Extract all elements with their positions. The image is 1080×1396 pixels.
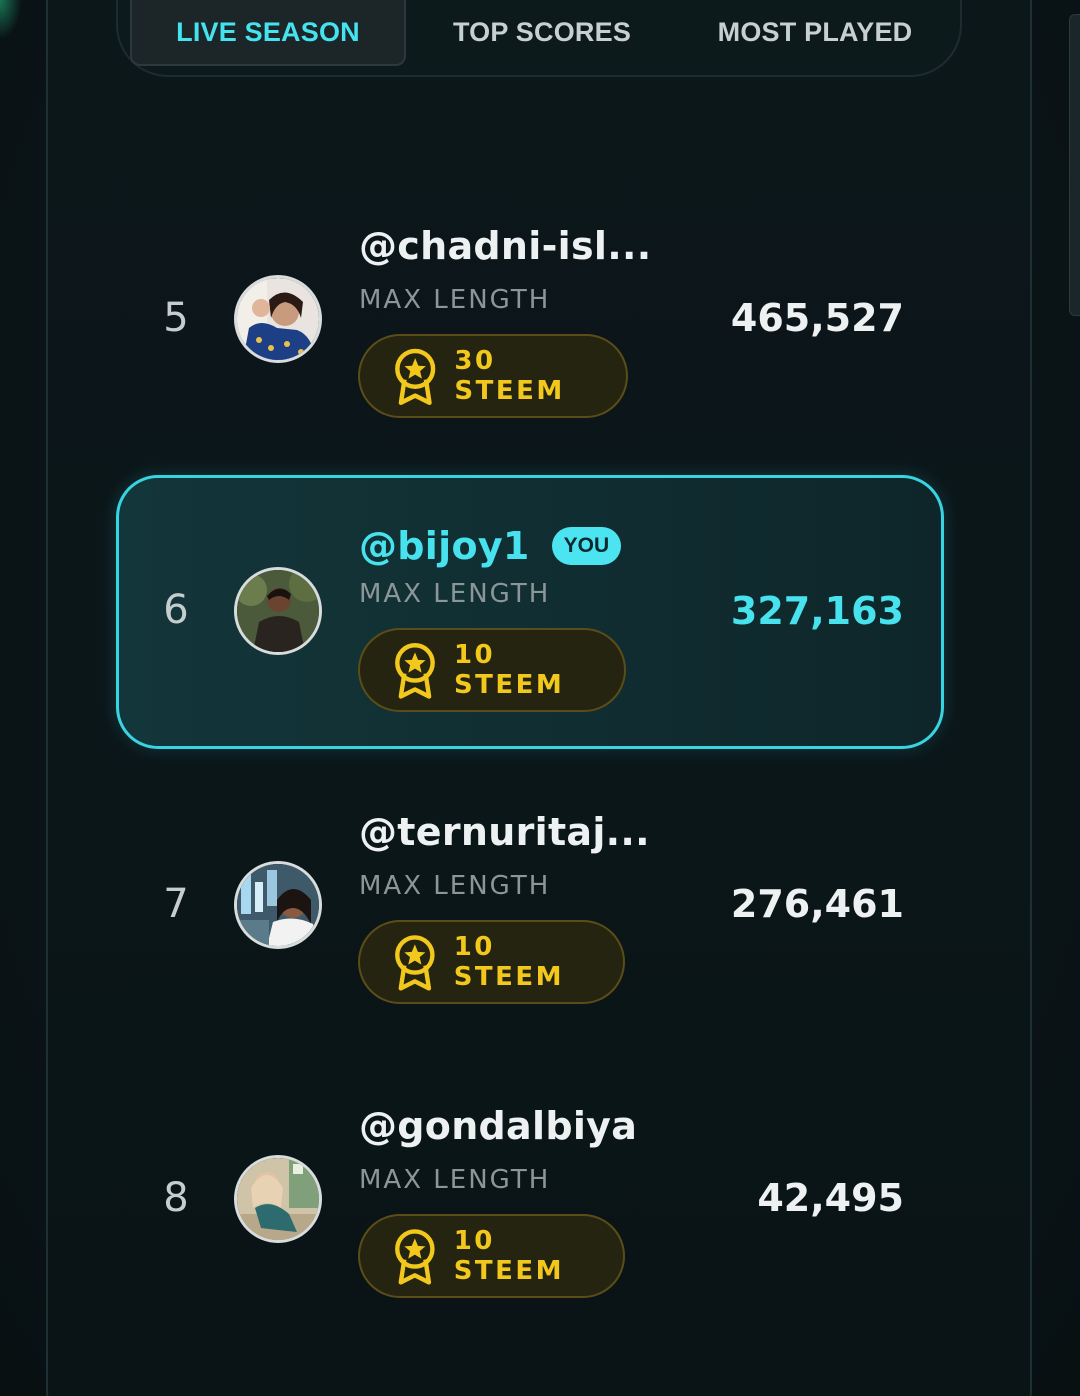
username[interactable]: @chadni-isl... [359, 224, 651, 268]
rank-number: 8 [163, 1175, 189, 1221]
prize-badge: 30 STEEM [358, 334, 628, 418]
corner-glow [0, 0, 22, 40]
prize-amount: 30 STEEM [454, 346, 565, 406]
award-ribbon-star-icon [395, 935, 435, 991]
scrollbar[interactable] [1069, 14, 1080, 316]
metric-label: MAX LENGTH [359, 285, 551, 315]
tab-top-scores[interactable]: TOP SCORES [420, 0, 664, 64]
prize-amount: 10 STEEM [453, 932, 565, 992]
username[interactable]: @bijoy1 [359, 524, 530, 568]
username[interactable]: @ternuritaj... [359, 810, 650, 854]
leaderboard-row[interactable]: 5 @chadni-isl... MAX LENGTH 30 STEEM 465… [116, 184, 944, 456]
metric-label: MAX LENGTH [359, 1165, 551, 1195]
rank-number: 6 [163, 587, 189, 633]
metric-label: MAX LENGTH [359, 579, 551, 609]
leaderboard-row[interactable]: 8 @gondalbiya MAX LENGTH 10 STEEM 42,495 [116, 1064, 944, 1336]
award-ribbon-star-icon [395, 348, 436, 406]
award-ribbon-star-icon [395, 1229, 435, 1285]
avatar[interactable] [234, 1155, 322, 1243]
leaderboard-row-current-user[interactable]: 6 @bijoy1 YOU MAX LENGTH 10 STEEM 327,16… [116, 475, 944, 749]
score: 465,527 [730, 296, 904, 340]
prize-badge: 10 STEEM [358, 920, 625, 1004]
prize-amount: 10 STEEM [453, 640, 565, 700]
award-ribbon-star-icon [395, 643, 435, 699]
rank-number: 5 [163, 295, 189, 341]
metric-label: MAX LENGTH [359, 871, 551, 901]
leaderboard-page: LIVE SEASON TOP SCORES MOST PLAYED 5 @ch… [0, 0, 1080, 1396]
rank-number: 7 [163, 881, 189, 927]
leaderboard-row[interactable]: 7 @ternuritaj... MAX LENGTH 10 STEEM 276… [116, 770, 944, 1042]
avatar[interactable] [234, 861, 322, 949]
prize-amount: 10 STEEM [453, 1226, 565, 1286]
prize-badge: 10 STEEM [358, 1214, 625, 1298]
score: 276,461 [730, 882, 904, 926]
prize-badge: 10 STEEM [358, 628, 626, 712]
tab-live-season[interactable]: LIVE SEASON [130, 0, 406, 66]
avatar[interactable] [234, 567, 322, 655]
score: 42,495 [757, 1176, 904, 1220]
you-badge: YOU [551, 527, 622, 565]
tab-most-played[interactable]: MOST PLAYED [690, 0, 940, 64]
username[interactable]: @gondalbiya [359, 1104, 637, 1148]
score: 327,163 [730, 589, 904, 633]
avatar[interactable] [234, 275, 322, 363]
